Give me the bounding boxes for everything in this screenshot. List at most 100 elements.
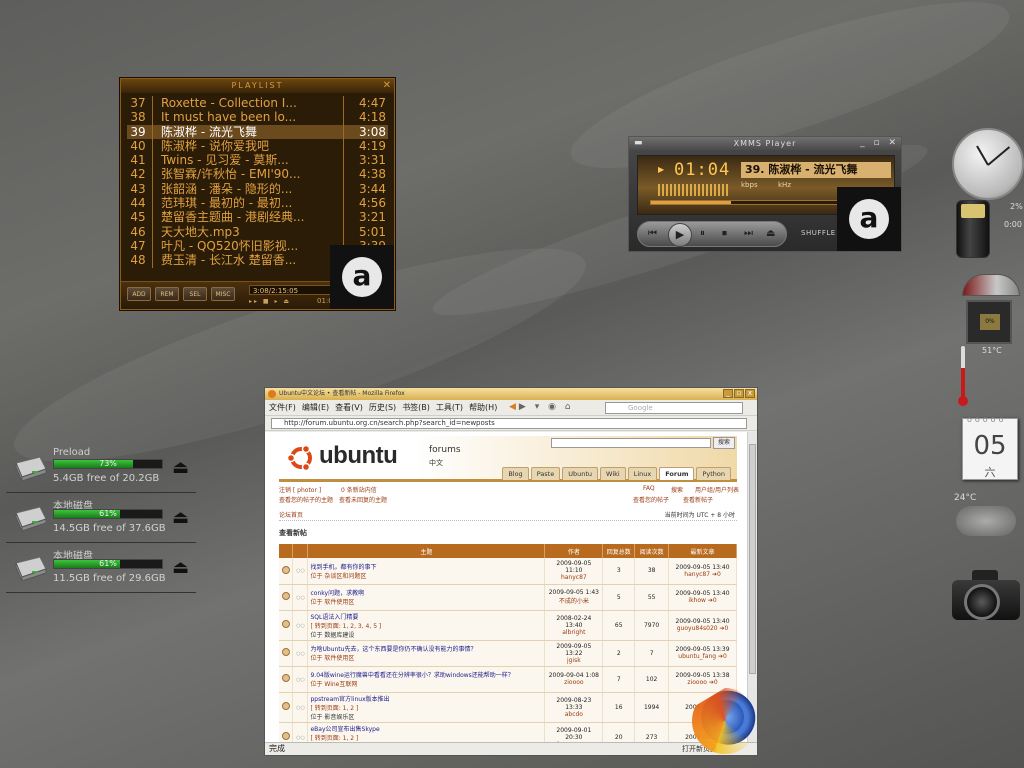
private-messages-link[interactable]: 0 条新站内信 — [341, 485, 377, 494]
last-post-author[interactable]: hanyc87 ➔0 — [684, 571, 721, 578]
playlist-row[interactable]: 41 Twins - 见习爱 - 莫斯... 3:31 — [127, 153, 388, 168]
tab-linux[interactable]: Linux — [627, 467, 658, 480]
playlist-remove-button[interactable]: REM — [155, 287, 179, 301]
camera-icon[interactable] — [952, 566, 1020, 626]
table-row[interactable]: ○○ ppstream官方linux版本推出[ 转到页面: 1, 2 ] 位于 影音… — [279, 692, 737, 723]
playlist-add-button[interactable]: ADD — [127, 287, 151, 301]
menu-item[interactable]: 工具(T) — [436, 402, 463, 413]
minimize-icon[interactable]: _ — [723, 389, 733, 398]
eject-icon[interactable]: ⏏ — [766, 228, 775, 239]
topic-title-link[interactable]: SQL语法入门精要 — [310, 614, 358, 621]
playlist-name: Roxette - Collection I... — [153, 96, 344, 111]
your-topics-link[interactable]: 查看您的帖子的主题 — [279, 495, 333, 504]
table-row[interactable]: ○○ 为啥Ubuntu先去，这个东西要是你仍不确认没有能力的事情？ 位于 软件使用区… — [279, 640, 737, 667]
eject-icon[interactable]: ⏏ — [172, 459, 189, 477]
topic-author[interactable]: 不成的小米 — [559, 598, 589, 605]
tab-wiki[interactable]: Wiki — [600, 467, 626, 480]
playlist-row[interactable]: 42 张智霖/许秋怡 - EMI'90... 4:38 — [127, 167, 388, 182]
playlist-window[interactable]: PLAYLIST ✕ 37 Roxette - Collection I... 4:… — [120, 78, 395, 310]
eject-icon[interactable]: ⏏ — [172, 559, 189, 577]
topic-title-link[interactable]: 找到手机，都有你的事下 — [310, 564, 376, 571]
player-time[interactable]: 01:04 — [674, 160, 730, 180]
url-input[interactable]: http://forum.ubuntu.org.cn/search.php?se… — [271, 418, 747, 429]
disk-widget[interactable]: 本地磁盘 61% 11.5GB free of 29.6GB ⏏ — [6, 547, 196, 593]
topic-title-link[interactable]: conky问题，求教啊 — [310, 590, 364, 597]
playlist-row[interactable]: 44 范玮琪 - 最初的 - 最初... 4:56 — [127, 196, 388, 211]
forum-search-input[interactable] — [551, 438, 711, 448]
disk-widget[interactable]: Preload 73% 5.4GB free of 20.2GB ⏏ — [6, 447, 196, 493]
tab-blog[interactable]: Blog — [502, 467, 529, 480]
playlist-row[interactable]: 39 陈淑桦 - 流光飞舞 3:08 — [127, 124, 388, 139]
stop-icon[interactable]: ⏹ — [722, 228, 727, 239]
pause-icon[interactable]: ⏸ — [700, 228, 705, 239]
xmms-player-window[interactable]: ▬ XMMS Player _ ▫ ✕ ▶ 01:04 39. 陈淑桦 - 流光… — [628, 136, 902, 252]
firefox-titlebar[interactable]: Ubuntu中文论坛 • 查看新帖 - Mozilla Firefox _ ▫ … — [265, 388, 757, 400]
previous-icon[interactable]: ⏮ — [648, 228, 657, 239]
tab-ubuntu[interactable]: Ubuntu — [562, 467, 599, 480]
playlist-mini-controls[interactable]: ▸▸ ■ ▸ ⏏ — [249, 298, 291, 305]
playlist-row[interactable]: 38 It must have been lo... 4:18 — [127, 110, 388, 125]
playlist-row[interactable]: 45 楚留香主题曲 - 港剧经典... 3:21 — [127, 210, 388, 225]
play-button[interactable]: ▶ — [668, 223, 692, 247]
table-row[interactable]: ○○eBay公司宣布出售Skype[ 转到页面: 1, 2 ]位于 新闻 2009… — [279, 722, 737, 744]
forum-index-link[interactable]: 论坛首页 — [279, 512, 303, 519]
your-posts-link[interactable]: 查看您的帖子 — [633, 495, 669, 504]
search-input[interactable]: Google — [605, 402, 743, 414]
menu-item[interactable]: 编辑(E) — [302, 402, 329, 413]
table-row[interactable]: ○○ SQL语法入门精要[ 转到页面: 1, 2, 3, 4, 5 ] 位于 数据库… — [279, 610, 737, 641]
topic-title-link[interactable]: ppstream官方linux版本推出 — [310, 696, 389, 703]
tab-paste[interactable]: Paste — [530, 467, 561, 480]
topic-title-link[interactable]: 9.04版wine运行魔兽中看看还在分辨率很小？求助windows还能帮助一样？ — [310, 672, 513, 679]
topic-author[interactable]: zioooo — [564, 679, 584, 686]
forum-search-button[interactable]: 搜索 — [713, 437, 735, 449]
menu-item[interactable]: 历史(S) — [369, 402, 396, 413]
menu-item[interactable]: 书签(B) — [402, 402, 430, 413]
table-row[interactable]: ○○ 找到手机，都有你的事下 位于 杂谈区和问题区 2009-09-05 11:10 h… — [279, 558, 737, 585]
tab-python[interactable]: Python — [696, 467, 731, 480]
search-link[interactable]: 搜索 — [671, 485, 683, 494]
clock-widget[interactable] — [952, 128, 1024, 200]
close-icon[interactable]: ✕ — [383, 80, 391, 92]
topic-author[interactable]: jgisk — [567, 657, 581, 664]
maximize-icon[interactable]: ▫ — [734, 389, 744, 398]
playlist-row[interactable]: 46 天大地大.mp3 5:01 — [127, 224, 388, 239]
menu-icon[interactable]: ▬ — [634, 137, 643, 150]
last-post-author[interactable]: ikhow ➔0 — [688, 597, 716, 604]
eject-icon[interactable]: ⏏ — [172, 509, 189, 527]
menu-item[interactable]: 文件(F) — [269, 402, 296, 413]
tab-forum[interactable]: Forum — [659, 467, 695, 480]
last-post-author[interactable]: guoyu84s020 ➔0 — [677, 625, 729, 632]
table-row[interactable]: ○○ conky问题，求教啊 位于 软件使用区 2009-09-05 1:43 不成的小… — [279, 584, 737, 611]
table-row[interactable]: ○○ 9.04版wine运行魔兽中看看还在分辨率很小？求助windows还能帮助一… — [279, 666, 737, 693]
menu-item[interactable]: 帮助(H) — [469, 402, 497, 413]
next-icon[interactable]: ⏭ — [744, 228, 753, 239]
firefox-logo-icon[interactable] — [692, 688, 758, 754]
playlist-row[interactable]: 43 张韶涵 - 潘朵 - 隐形的... 3:44 — [127, 181, 388, 197]
last-post-author[interactable]: ubuntu_fang ➔0 — [678, 653, 727, 660]
logout-link[interactable]: 注销 [ photor ] — [279, 485, 321, 494]
firefox-window[interactable]: Ubuntu中文论坛 • 查看新帖 - Mozilla Firefox _ ▫ … — [264, 387, 758, 756]
topic-title-link[interactable]: 为啥Ubuntu先去，这个东西要是你仍不确认没有能力的事情？ — [310, 646, 476, 653]
window-buttons[interactable]: _ ▫ ✕ — [860, 138, 899, 149]
calendar-widget[interactable]: ooooo 05 六 — [962, 415, 1018, 480]
close-icon[interactable]: x — [745, 389, 755, 398]
playlist-row[interactable]: 40 陈淑桦 - 说你爱我吧 4:19 — [127, 138, 388, 154]
unanswered-link[interactable]: 查看未回复的主题 — [339, 495, 387, 504]
faq-link[interactable]: FAQ — [643, 485, 655, 492]
topic-author[interactable]: hanyc87 — [561, 574, 587, 581]
menu-item[interactable]: 查看(V) — [335, 402, 363, 413]
scrollbar-thumb[interactable] — [749, 444, 756, 674]
playlist-misc-button[interactable]: MISC — [211, 287, 235, 301]
topic-title-link[interactable]: eBay公司宣布出售Skype — [310, 726, 379, 733]
playlist-row[interactable]: 37 Roxette - Collection I... 4:47 — [127, 96, 388, 111]
disk-widget[interactable]: 本地磁盘 61% 14.5GB free of 37.6GB ⏏ — [6, 497, 196, 543]
topic-author[interactable]: albright — [562, 629, 585, 636]
shuffle-toggle[interactable]: SHUFFLE — [801, 229, 836, 237]
playlist-select-button[interactable]: SEL — [183, 287, 207, 301]
new-posts-link[interactable]: 查看新帖子 — [683, 495, 713, 504]
topic-author[interactable]: abcdo — [565, 711, 583, 718]
playlist-list[interactable]: 37 Roxette - Collection I... 4:47 38 It must… — [127, 96, 388, 350]
navigation-buttons[interactable]: ◀▶ ▾ ◉ ⌂ — [509, 402, 574, 412]
last-post-author[interactable]: zioooo ➔0 — [687, 679, 717, 686]
memberlist-link[interactable]: 用户组/用户列表 — [695, 485, 739, 494]
